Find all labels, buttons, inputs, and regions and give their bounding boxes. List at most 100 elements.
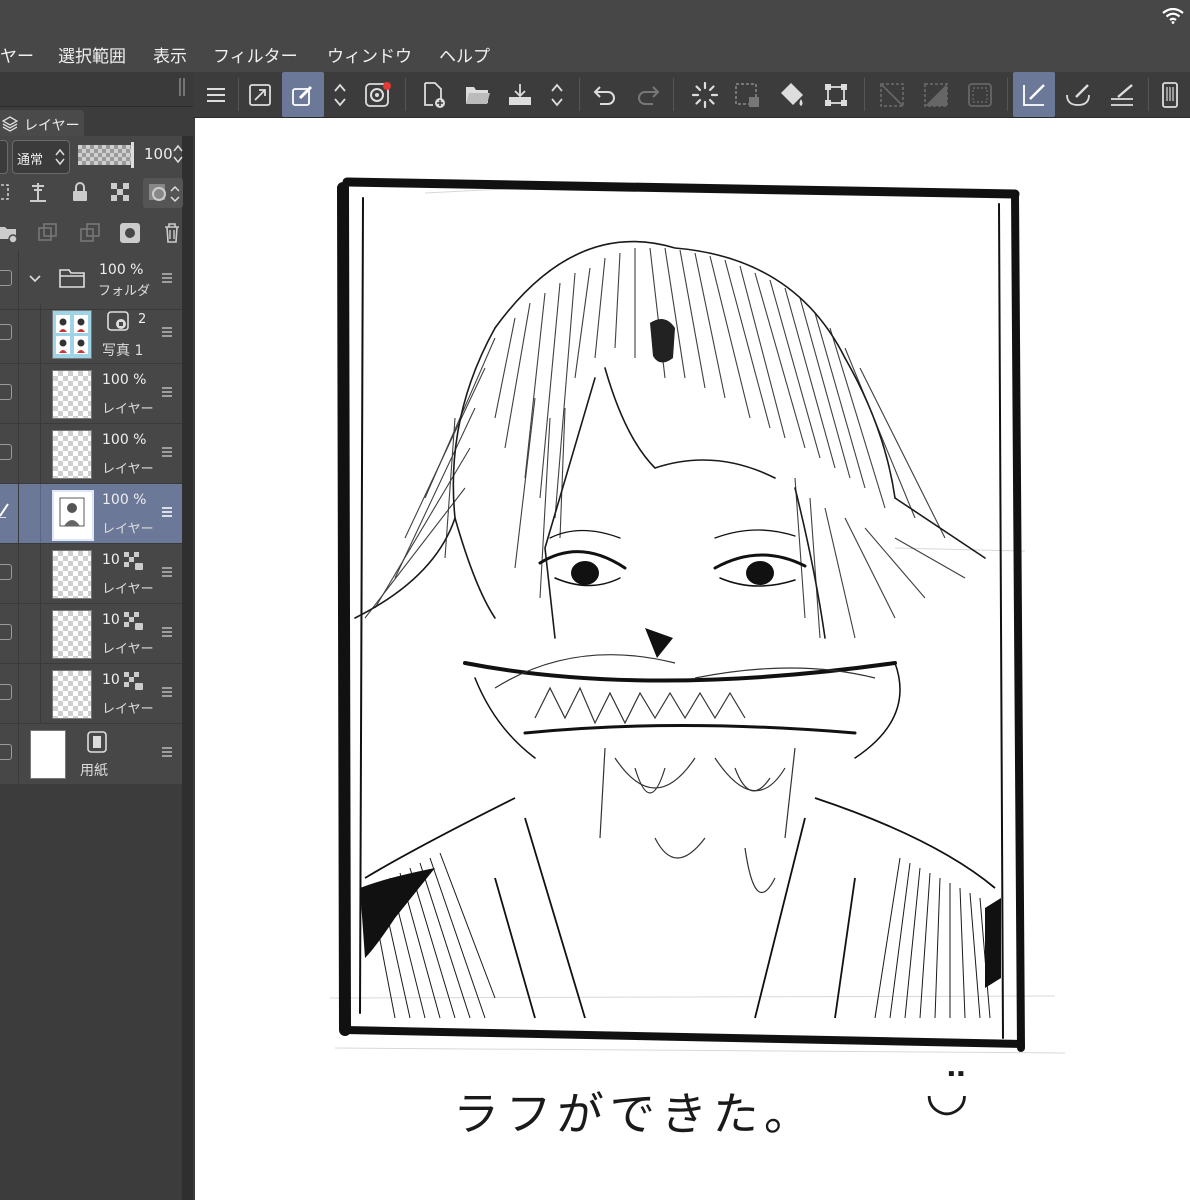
layer-mask-icon[interactable] <box>118 221 142 245</box>
layer-property-button[interactable] <box>0 140 8 174</box>
hamburger-icon[interactable] <box>161 686 173 698</box>
visibility-checkbox[interactable] <box>0 270 12 286</box>
pen-icon <box>0 503 9 518</box>
row-divider <box>18 304 19 363</box>
opacity-slider[interactable] <box>78 145 134 165</box>
layer-thumbnail <box>52 610 92 659</box>
reference-layer-icon[interactable] <box>26 180 50 204</box>
drawing-canvas[interactable]: ラフができた。 ◡̈ <box>195 118 1190 1200</box>
hamburger-icon[interactable] <box>161 446 173 458</box>
panel-scrollbar[interactable] <box>182 136 193 1200</box>
photo-thumbnail-image <box>53 311 91 358</box>
visibility-checkbox[interactable] <box>0 624 12 640</box>
hamburger-icon[interactable] <box>161 746 173 758</box>
quick-access-button[interactable] <box>282 72 324 117</box>
layer-row-selected[interactable]: 100 % レイヤー <box>0 484 182 544</box>
layer-thumbnail <box>52 670 92 719</box>
hamburger-icon[interactable] <box>161 626 173 638</box>
menu-view[interactable]: 表示 <box>153 42 187 67</box>
snap-ruler-button[interactable] <box>1013 72 1055 117</box>
stepper-button[interactable] <box>538 72 576 117</box>
layer-name: レイヤー <box>102 462 154 477</box>
up-down-icon <box>334 83 346 106</box>
selection-border-button[interactable] <box>959 72 1001 117</box>
duplicate-layer-icon[interactable] <box>36 221 60 245</box>
undo-button[interactable] <box>584 72 626 117</box>
menu-button[interactable] <box>195 72 237 117</box>
menu-selection[interactable]: 選択範囲 <box>58 42 126 67</box>
opacity-slider-handle[interactable] <box>131 142 134 168</box>
new-folder-icon[interactable] <box>0 221 20 245</box>
chevron-down-icon[interactable] <box>28 274 42 284</box>
folder-icon <box>59 269 85 288</box>
stepper-button[interactable] <box>321 72 359 117</box>
color-button[interactable] <box>357 72 399 117</box>
redo-button[interactable] <box>627 72 669 117</box>
transform-button[interactable] <box>815 72 857 117</box>
menu-window[interactable]: ウィンドウ <box>327 42 412 67</box>
image-layer-icon <box>107 311 129 331</box>
loading-button[interactable] <box>684 72 726 117</box>
new-file-button[interactable] <box>413 72 455 117</box>
pen-edit-icon <box>292 85 313 106</box>
mask-toggle-button[interactable] <box>143 178 183 208</box>
layer-row[interactable]: 2 写真 1 <box>0 304 182 364</box>
toolbar-separator <box>1148 78 1149 111</box>
layer-row[interactable]: 10 レイヤー <box>0 664 182 724</box>
menu-layer[interactable]: ヤー <box>0 42 34 67</box>
layer-opacity: 100 % <box>102 492 147 508</box>
selection-button[interactable] <box>726 72 768 117</box>
chevron-updown-icon <box>170 185 180 203</box>
lock-transparent-icon[interactable] <box>108 180 132 204</box>
visibility-checkbox[interactable] <box>0 684 12 700</box>
deselect-button[interactable] <box>871 72 913 117</box>
save-button[interactable] <box>499 72 541 117</box>
toolbar <box>193 72 1190 118</box>
fill-button[interactable] <box>771 72 813 117</box>
save-icon <box>509 83 531 105</box>
layer-row[interactable]: 100 % フォルダ <box>0 250 182 310</box>
layer-row[interactable]: 10 レイヤー <box>0 544 182 604</box>
visibility-checkbox[interactable] <box>0 444 12 460</box>
menu-bar: ヤー 選択範囲 表示 フィルター ウィンドウ ヘルプ <box>0 0 1190 72</box>
layer-name: 用紙 <box>80 763 108 779</box>
lock-icon[interactable] <box>68 180 92 204</box>
layer-name: レイヤー <box>102 582 154 597</box>
opacity-stepper-icon[interactable] <box>172 143 184 165</box>
visibility-checkbox[interactable] <box>0 564 12 580</box>
hamburger-icon[interactable] <box>161 506 173 518</box>
layer-row[interactable]: 10 レイヤー <box>0 604 182 664</box>
menu-icon <box>207 87 225 102</box>
visibility-checkbox[interactable] <box>0 384 12 400</box>
menu-filter[interactable]: フィルター <box>213 42 298 67</box>
ruler-button[interactable] <box>1101 72 1143 117</box>
clip-icon[interactable] <box>0 180 18 204</box>
menu-help[interactable]: ヘルプ <box>439 42 490 67</box>
trash-icon[interactable] <box>160 221 184 245</box>
opacity-value: 100 <box>144 145 173 163</box>
folder-indent <box>40 544 41 603</box>
merge-down-icon[interactable] <box>78 221 102 245</box>
panel-grip-icon[interactable] <box>178 78 186 96</box>
layer-thumbnail <box>52 490 94 541</box>
hamburger-icon[interactable] <box>161 566 173 578</box>
brush-button[interactable] <box>1057 72 1099 117</box>
device-button[interactable] <box>1155 72 1185 117</box>
layer-row[interactable]: 100 % レイヤー <box>0 364 182 424</box>
layer-row[interactable]: 100 % レイヤー <box>0 424 182 484</box>
visibility-checkbox[interactable] <box>0 324 12 340</box>
hamburger-icon[interactable] <box>161 326 173 338</box>
open-file-button[interactable] <box>457 72 499 117</box>
folder-indent <box>40 424 41 483</box>
color-icon <box>365 81 391 107</box>
hamburger-icon[interactable] <box>161 272 173 284</box>
hamburger-icon[interactable] <box>161 386 173 398</box>
layer-row-paper[interactable]: 用紙 <box>0 724 182 785</box>
resize-button[interactable] <box>239 72 281 117</box>
visibility-checkbox[interactable] <box>0 744 12 760</box>
blend-mode-select[interactable]: 通常 <box>12 140 70 174</box>
invert-selection-button[interactable] <box>915 72 957 117</box>
select-dotted-icon <box>735 82 759 107</box>
row-divider <box>18 724 19 783</box>
tab-layer[interactable]: レイヤー <box>0 110 84 137</box>
